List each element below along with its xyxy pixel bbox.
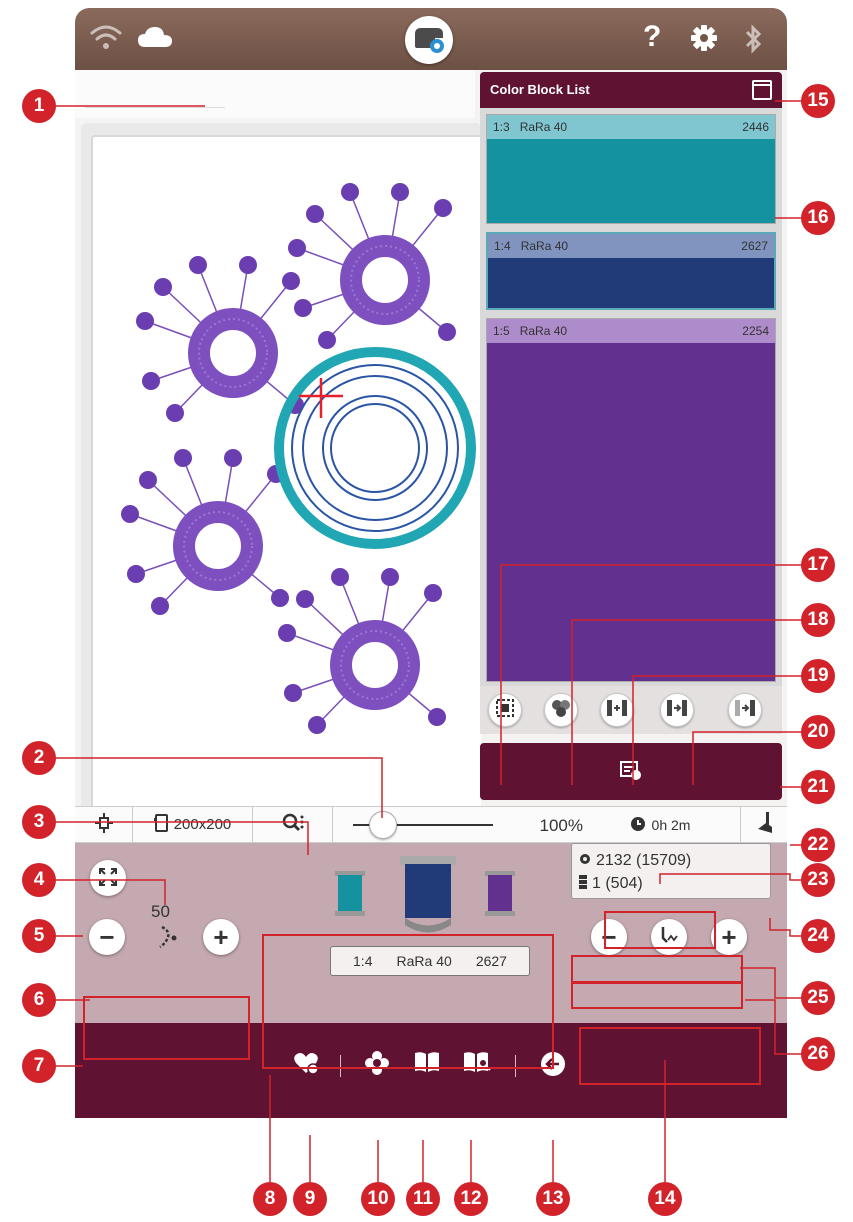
- callout-10: 10: [361, 1182, 395, 1216]
- callout-7: 7: [22, 1049, 56, 1083]
- callout-20: 20: [801, 715, 835, 749]
- callout-24: 24: [801, 919, 835, 953]
- callout-11: 11: [406, 1182, 440, 1216]
- callout-9: 9: [293, 1182, 327, 1216]
- callout-4: 4: [22, 863, 56, 897]
- callout-17: 17: [801, 548, 835, 582]
- callout-18: 18: [801, 603, 835, 637]
- callout-14: 14: [648, 1182, 682, 1216]
- callout-12: 12: [454, 1182, 488, 1216]
- callout-25: 25: [801, 981, 835, 1015]
- callout-1: 1: [22, 89, 56, 123]
- callout-26: 26: [801, 1037, 835, 1071]
- callout-21: 21: [801, 770, 835, 804]
- callout-3: 3: [22, 805, 56, 839]
- callout-15: 15: [801, 84, 835, 118]
- callout-23: 23: [801, 863, 835, 897]
- callout-13: 13: [536, 1182, 570, 1216]
- callout-8: 8: [253, 1182, 287, 1216]
- callout-16: 16: [801, 201, 835, 235]
- callout-22: 22: [801, 828, 835, 862]
- callout-5: 5: [22, 919, 56, 953]
- callout-lines: [55, 100, 818, 1182]
- callout-2: 2: [22, 741, 56, 775]
- callout-19: 19: [801, 659, 835, 693]
- callout-6: 6: [22, 983, 56, 1017]
